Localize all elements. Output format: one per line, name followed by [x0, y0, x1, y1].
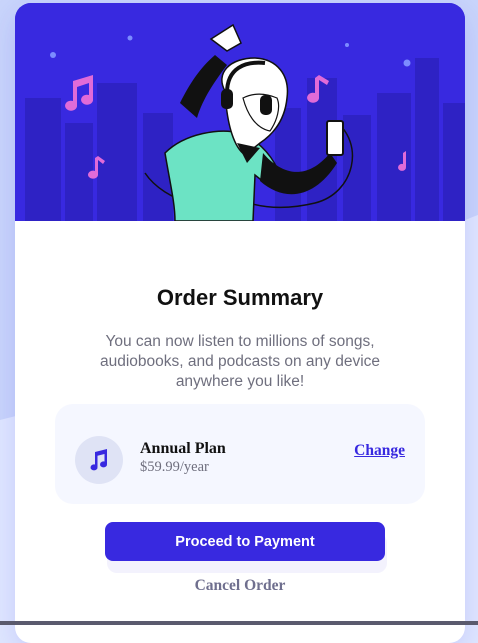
change-plan-link[interactable]: Change — [354, 442, 405, 460]
proceed-to-payment-button[interactable]: Proceed to Payment — [105, 522, 385, 561]
order-summary-card: Order Summary You can now listen to mill… — [15, 3, 465, 643]
bottom-edge — [0, 621, 478, 625]
music-note-icon — [75, 436, 123, 484]
summary-description: You can now listen to millions of songs,… — [99, 333, 381, 390]
plan-name: Annual Plan — [140, 440, 226, 457]
hero-illustration — [15, 3, 465, 221]
plan-box: Annual Plan $59.99/year Change — [55, 404, 425, 504]
page-title: Order Summary — [156, 285, 324, 310]
plan-price: $59.99/year — [140, 459, 209, 475]
cancel-order-button[interactable]: Cancel Order — [15, 577, 465, 595]
